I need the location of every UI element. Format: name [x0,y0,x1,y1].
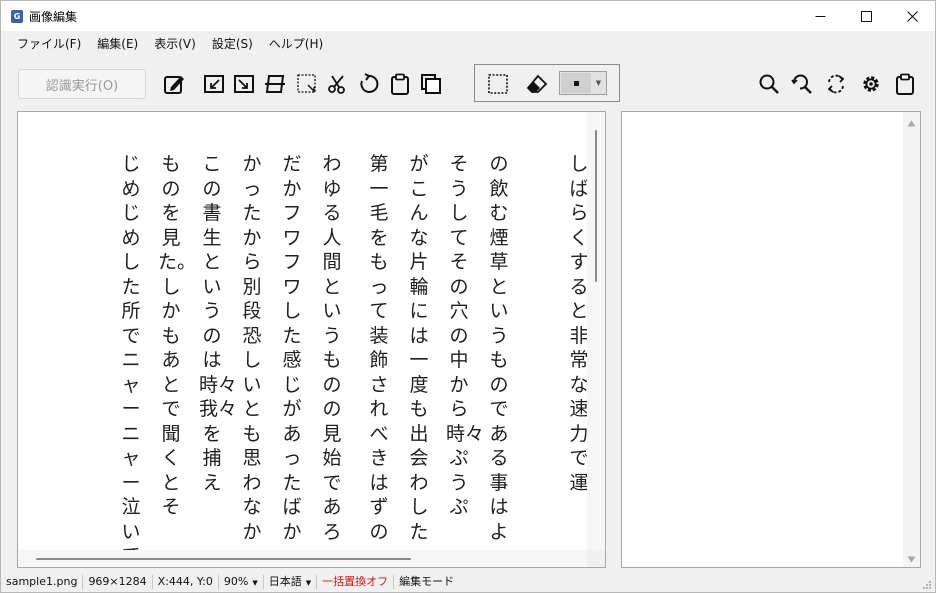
chevron-down-icon: ▼ [595,79,602,87]
color-swatch [561,73,591,93]
image-preview-pane[interactable]: しばらくすると非常な速力で運 の飲む煙草というものである事はよ そうしてその穴の… [17,111,606,568]
minimize-icon [815,15,825,17]
scroll-down-button[interactable] [907,553,916,563]
brush-color-select[interactable]: ▼ [559,71,607,95]
result-text-pane[interactable] [621,111,921,568]
eraser-icon [526,74,548,93]
language-dropdown[interactable]: 日本語 ▼ [264,571,316,593]
text-column: わゆる人間というものの見始であろ [322,153,342,543]
language-value: 日本語 [268,574,302,588]
text-column: ものを見た。しかもあとで聞くとそ [158,153,197,518]
clipboard-button[interactable] [892,71,918,97]
status-mode: 編集モード [399,575,455,588]
status-filename: sample1.png [6,575,78,588]
app-logo-icon: G [11,9,23,23]
caret-down-icon: ▼ [305,578,312,587]
rotate-right-icon [234,75,254,93]
ocr-run-button[interactable]: 認識実行(O) [18,69,146,99]
eraser-button[interactable] [524,71,550,97]
edit-text-button[interactable] [161,71,187,97]
maximize-button[interactable] [843,1,889,31]
scroll-up-button[interactable] [907,117,916,127]
search-replace-button[interactable] [789,71,815,97]
text-column: そうしてその穴の中から時々ぷうぷ [446,153,485,518]
copy-button[interactable] [418,71,444,97]
status-bar: sample1.png 969×1284 X:444, Y:0 90% ▼ 日本語… [1,571,935,593]
brush-dot [573,80,579,86]
zoom-button[interactable] [756,71,782,97]
pencil-icon [164,76,184,94]
paste-button[interactable] [387,71,413,97]
scroll-corner [587,550,605,567]
scissors-icon [328,75,345,94]
maximize-icon [860,10,872,22]
rotate-left-icon [204,75,224,93]
zoom-icon [759,74,779,94]
rotate-icon [360,73,379,93]
text-column: じめじめした所でニャーニャー泣いてい [121,153,141,567]
rotate-button[interactable] [356,71,382,97]
minimize-button[interactable] [797,1,843,31]
text-column: だかフワフワした感じがあったばか [282,153,302,543]
menu-file[interactable]: ファイル(F) [9,31,89,57]
close-button[interactable] [889,1,935,31]
drawing-tools-group: ▼ [474,64,620,102]
close-icon [906,10,918,22]
search-replace-icon [791,74,812,94]
crop-button[interactable] [294,71,320,97]
rotate-left-button[interactable] [201,71,227,97]
crop-icon [297,74,316,93]
text-column: この書生というのは時々我々を捕え [199,153,238,494]
refresh-icon [827,74,845,94]
menu-bar: ファイル(F) 編集(E) 表示(V) 設定(S) ヘルプ(H) [1,31,935,57]
menu-settings[interactable]: 設定(S) [204,31,261,57]
rotate-right-button[interactable] [231,71,257,97]
text-column: がこんな片輪には一度も出会わした [409,153,429,543]
text-column: かったから別段恐しいとも思わなか [242,153,262,543]
app-window: G 画像編集 ファイル(F) 編集(E) 表示(V) 設定(S) ヘルプ(H) … [0,0,936,593]
status-dimensions: 969×1284 [88,575,147,588]
zoom-dropdown[interactable]: 90% ▼ [219,571,263,593]
selection-icon [488,74,508,94]
copy-icon [421,74,441,94]
triangle-up-icon [907,120,916,127]
flip-button[interactable] [262,71,288,97]
zoom-value: 90% [223,574,249,588]
triangle-down-icon [907,556,916,563]
menu-view[interactable]: 表示(V) [146,31,204,57]
gear-icon [863,76,879,92]
scroll-thumb[interactable] [595,130,597,282]
vertical-scrollbar[interactable] [587,112,605,552]
cut-button[interactable] [324,71,350,97]
status-cursor-position: X:444, Y:0 [157,575,213,588]
window-title: 画像編集 [29,9,78,24]
vertical-scrollbar[interactable] [903,112,920,567]
caret-down-icon: ▼ [252,578,258,587]
clipboard-icon [391,73,409,95]
menu-help[interactable]: ヘルプ(H) [261,31,331,57]
settings-button[interactable] [858,71,884,97]
title-bar[interactable]: G 画像編集 [1,1,935,31]
text-column: 第一毛をもって装飾されべきはずの [369,153,389,543]
toolbar: 認識実行(O) ▼ [1,61,935,105]
scroll-thumb[interactable] [36,558,411,560]
resize-grip-icon[interactable] [922,580,932,590]
flip-icon [265,75,285,93]
select-area-button[interactable] [485,71,511,97]
window-controls [797,1,935,31]
text-column: の飲む煙草というものである事はよ [489,153,509,543]
clipboard-icon [896,73,914,95]
refresh-button[interactable] [823,71,849,97]
horizontal-scrollbar[interactable] [18,550,589,567]
menu-edit[interactable]: 編集(E) [89,31,146,57]
batch-replace-toggle[interactable]: 一括置換オフ [317,571,393,593]
